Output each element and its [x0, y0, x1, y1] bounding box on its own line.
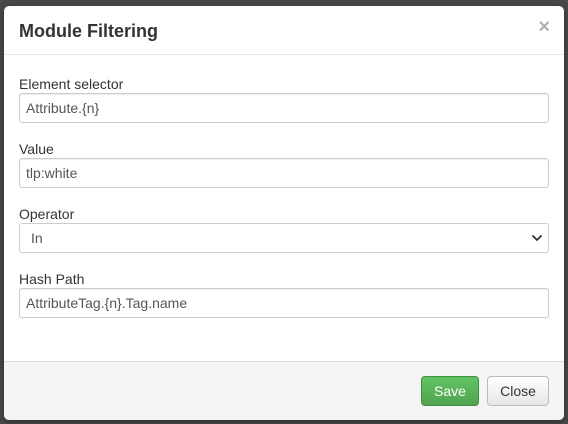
module-filtering-dialog: Module Filtering × Element selector Valu… — [4, 6, 564, 420]
modal-title: Module Filtering — [19, 21, 158, 41]
modal-header: Module Filtering × — [4, 6, 564, 55]
close-icon[interactable]: × — [538, 16, 550, 38]
value-input[interactable] — [19, 158, 549, 188]
chevron-down-icon — [532, 235, 542, 241]
value-field: Value — [19, 140, 549, 188]
element-selector-field: Element selector — [19, 75, 549, 123]
operator-label: Operator — [19, 206, 75, 222]
hash-path-label: Hash Path — [19, 271, 85, 287]
hash-path-input[interactable] — [19, 288, 549, 318]
operator-selected-value: In — [31, 230, 43, 246]
save-button[interactable]: Save — [421, 376, 479, 406]
operator-field: Operator In — [19, 205, 549, 253]
modal-footer: Save Close — [4, 361, 564, 420]
value-label: Value — [19, 141, 54, 157]
element-selector-input[interactable] — [19, 93, 549, 123]
operator-select[interactable]: In — [19, 223, 549, 253]
element-selector-label: Element selector — [19, 76, 124, 92]
hash-path-field: Hash Path — [19, 270, 549, 318]
close-button[interactable]: Close — [487, 376, 549, 406]
